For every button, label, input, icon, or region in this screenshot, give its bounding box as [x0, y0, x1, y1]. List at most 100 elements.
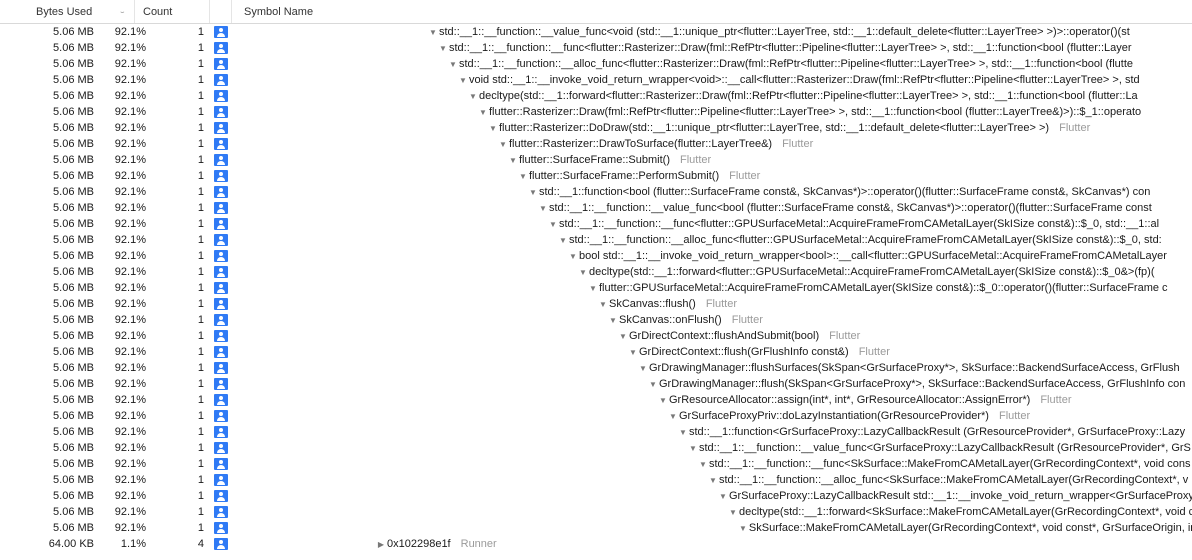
- cell-source-icon[interactable]: [210, 474, 232, 486]
- column-header-bytes[interactable]: Bytes Used ⌄: [0, 0, 135, 23]
- column-header-symbol[interactable]: Symbol Name: [232, 0, 1192, 23]
- cell-source-icon[interactable]: [210, 26, 232, 38]
- disclosure-open-icon[interactable]: [608, 315, 618, 325]
- disclosure-open-icon[interactable]: [588, 283, 598, 293]
- disclosure-open-icon[interactable]: [518, 171, 528, 181]
- cell-source-icon[interactable]: [210, 394, 232, 406]
- cell-source-icon[interactable]: [210, 410, 232, 422]
- disclosure-open-icon[interactable]: [468, 91, 478, 101]
- table-row[interactable]: 5.06 MB92.1%1std::__1::__function::__all…: [0, 56, 1192, 72]
- table-row[interactable]: 5.06 MB92.1%1std::__1::__function::__fun…: [0, 456, 1192, 472]
- disclosure-open-icon[interactable]: [578, 267, 588, 277]
- disclosure-open-icon[interactable]: [668, 411, 678, 421]
- table-row[interactable]: 5.06 MB92.1%1GrSurfaceProxyPriv::doLazyI…: [0, 408, 1192, 424]
- table-row[interactable]: 5.06 MB92.1%1std::__1::__function::__val…: [0, 440, 1192, 456]
- table-row[interactable]: 5.06 MB92.1%1GrResourceAllocator::assign…: [0, 392, 1192, 408]
- disclosure-open-icon[interactable]: [738, 523, 748, 533]
- table-row[interactable]: 5.06 MB92.1%1decltype(std::__1::forward<…: [0, 264, 1192, 280]
- cell-source-icon[interactable]: [210, 218, 232, 230]
- table-row[interactable]: 64.00 KB1.1%40x102298e1fRunner: [0, 536, 1192, 552]
- disclosure-open-icon[interactable]: [458, 75, 468, 85]
- cell-source-icon[interactable]: [210, 266, 232, 278]
- cell-source-icon[interactable]: [210, 506, 232, 518]
- cell-source-icon[interactable]: [210, 154, 232, 166]
- disclosure-open-icon[interactable]: [728, 507, 738, 517]
- table-row[interactable]: 5.06 MB92.1%1std::__1::function<GrSurfac…: [0, 424, 1192, 440]
- cell-source-icon[interactable]: [210, 490, 232, 502]
- table-row[interactable]: 5.06 MB92.1%1std::__1::__function::__val…: [0, 200, 1192, 216]
- table-row[interactable]: 5.06 MB92.1%1flutter::SurfaceFrame::Perf…: [0, 168, 1192, 184]
- cell-source-icon[interactable]: [210, 122, 232, 134]
- disclosure-open-icon[interactable]: [718, 491, 728, 501]
- cell-source-icon[interactable]: [210, 378, 232, 390]
- cell-source-icon[interactable]: [210, 330, 232, 342]
- disclosure-open-icon[interactable]: [598, 299, 608, 309]
- disclosure-open-icon[interactable]: [538, 203, 548, 213]
- disclosure-open-icon[interactable]: [678, 427, 688, 437]
- table-row[interactable]: 5.06 MB92.1%1GrSurfaceProxy::LazyCallbac…: [0, 488, 1192, 504]
- disclosure-open-icon[interactable]: [508, 155, 518, 165]
- disclosure-closed-icon[interactable]: [376, 539, 386, 549]
- cell-source-icon[interactable]: [210, 58, 232, 70]
- table-row[interactable]: 5.06 MB92.1%1std::__1::__function::__all…: [0, 232, 1192, 248]
- disclosure-open-icon[interactable]: [688, 443, 698, 453]
- table-row[interactable]: 5.06 MB92.1%1flutter::Rasterizer::DrawTo…: [0, 136, 1192, 152]
- disclosure-open-icon[interactable]: [568, 251, 578, 261]
- table-row[interactable]: 5.06 MB92.1%1GrDrawingManager::flushSurf…: [0, 360, 1192, 376]
- disclosure-open-icon[interactable]: [428, 27, 438, 37]
- disclosure-open-icon[interactable]: [698, 459, 708, 469]
- column-header-icon[interactable]: [210, 0, 232, 23]
- disclosure-open-icon[interactable]: [498, 139, 508, 149]
- table-row[interactable]: 5.06 MB92.1%1SkSurface::MakeFromCAMetalL…: [0, 520, 1192, 536]
- table-row[interactable]: 5.06 MB92.1%1flutter::Rasterizer::Draw(f…: [0, 104, 1192, 120]
- disclosure-open-icon[interactable]: [528, 187, 538, 197]
- cell-source-icon[interactable]: [210, 346, 232, 358]
- cell-source-icon[interactable]: [210, 74, 232, 86]
- table-row[interactable]: 5.06 MB92.1%1decltype(std::__1::forward<…: [0, 88, 1192, 104]
- table-row[interactable]: 5.06 MB92.1%1flutter::Rasterizer::DoDraw…: [0, 120, 1192, 136]
- table-row[interactable]: 5.06 MB92.1%1flutter::SurfaceFrame::Subm…: [0, 152, 1192, 168]
- disclosure-open-icon[interactable]: [548, 219, 558, 229]
- cell-source-icon[interactable]: [210, 90, 232, 102]
- cell-source-icon[interactable]: [210, 458, 232, 470]
- disclosure-open-icon[interactable]: [708, 475, 718, 485]
- cell-source-icon[interactable]: [210, 426, 232, 438]
- table-row[interactable]: 5.06 MB92.1%1bool std::__1::__invoke_voi…: [0, 248, 1192, 264]
- cell-source-icon[interactable]: [210, 170, 232, 182]
- table-row[interactable]: 5.06 MB92.1%1std::__1::__function::__val…: [0, 24, 1192, 40]
- cell-source-icon[interactable]: [210, 538, 232, 550]
- disclosure-open-icon[interactable]: [488, 123, 498, 133]
- table-row[interactable]: 5.06 MB92.1%1decltype(std::__1::forward<…: [0, 504, 1192, 520]
- cell-source-icon[interactable]: [210, 362, 232, 374]
- column-header-count[interactable]: Count: [135, 0, 210, 23]
- cell-source-icon[interactable]: [210, 522, 232, 534]
- disclosure-open-icon[interactable]: [628, 347, 638, 357]
- disclosure-open-icon[interactable]: [438, 43, 448, 53]
- table-row[interactable]: 5.06 MB92.1%1GrDirectContext::flushAndSu…: [0, 328, 1192, 344]
- disclosure-open-icon[interactable]: [658, 395, 668, 405]
- cell-source-icon[interactable]: [210, 202, 232, 214]
- disclosure-open-icon[interactable]: [618, 331, 628, 341]
- cell-source-icon[interactable]: [210, 298, 232, 310]
- disclosure-open-icon[interactable]: [648, 379, 658, 389]
- table-row[interactable]: 5.06 MB92.1%1flutter::GPUSurfaceMetal::A…: [0, 280, 1192, 296]
- cell-source-icon[interactable]: [210, 250, 232, 262]
- table-row[interactable]: 5.06 MB92.1%1std::__1::__function::__fun…: [0, 216, 1192, 232]
- disclosure-open-icon[interactable]: [478, 107, 488, 117]
- table-row[interactable]: 5.06 MB92.1%1std::__1::function<bool (fl…: [0, 184, 1192, 200]
- cell-source-icon[interactable]: [210, 138, 232, 150]
- table-row[interactable]: 5.06 MB92.1%1std::__1::__function::__all…: [0, 472, 1192, 488]
- table-row[interactable]: 5.06 MB92.1%1std::__1::__function::__fun…: [0, 40, 1192, 56]
- cell-source-icon[interactable]: [210, 234, 232, 246]
- cell-source-icon[interactable]: [210, 314, 232, 326]
- disclosure-open-icon[interactable]: [638, 363, 648, 373]
- table-row[interactable]: 5.06 MB92.1%1SkCanvas::onFlush()Flutter: [0, 312, 1192, 328]
- cell-source-icon[interactable]: [210, 106, 232, 118]
- cell-source-icon[interactable]: [210, 442, 232, 454]
- table-row[interactable]: 5.06 MB92.1%1void std::__1::__invoke_voi…: [0, 72, 1192, 88]
- disclosure-open-icon[interactable]: [558, 235, 568, 245]
- cell-source-icon[interactable]: [210, 186, 232, 198]
- table-row[interactable]: 5.06 MB92.1%1SkCanvas::flush()Flutter: [0, 296, 1192, 312]
- disclosure-open-icon[interactable]: [448, 59, 458, 69]
- cell-source-icon[interactable]: [210, 42, 232, 54]
